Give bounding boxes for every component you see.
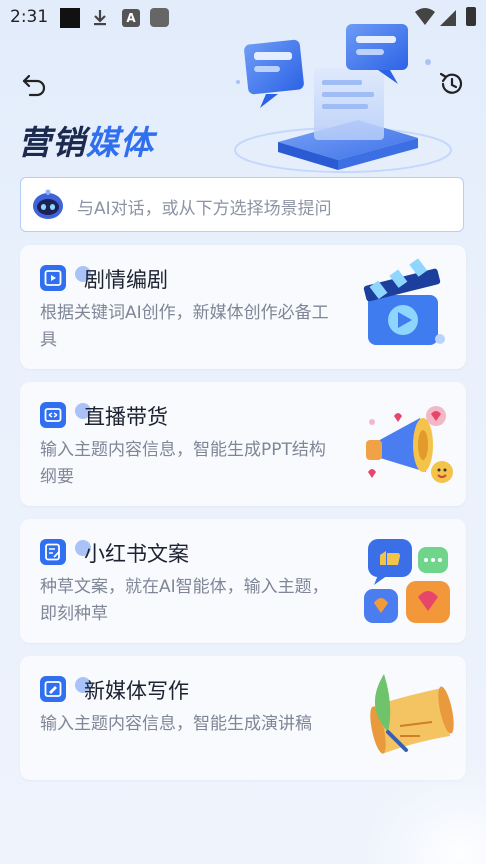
card-title: 直播带货 bbox=[84, 405, 168, 429]
scroll-quill-illustration bbox=[370, 674, 454, 754]
black-square-icon bbox=[60, 8, 80, 28]
square-icon bbox=[150, 8, 169, 27]
ai-chat-placeholder: 与AI对话，或从下方选择场景提问 bbox=[77, 199, 332, 219]
robot-icon bbox=[33, 189, 63, 219]
note-edit-icon bbox=[40, 539, 66, 565]
a-icon: A bbox=[122, 9, 140, 27]
chat-bubbles-illustration bbox=[364, 539, 450, 623]
card-description: 输入主题内容信息，智能生成演讲稿 bbox=[40, 714, 312, 734]
scenario-card-script[interactable]: 剧情编剧 根据关键词AI创作，新媒体创作必备工具 bbox=[20, 245, 466, 369]
megaphone-illustration bbox=[366, 406, 453, 483]
download-icon bbox=[90, 8, 110, 28]
back-button[interactable] bbox=[20, 70, 50, 100]
card-description: 根据关键词AI创作，新媒体创作必备工具 bbox=[40, 303, 329, 350]
card-description: 种草文案，就在AI智能体，输入主题，即刻种草 bbox=[40, 577, 329, 624]
ai-chat-input[interactable]: 与AI对话，或从下方选择场景提问 bbox=[20, 177, 464, 232]
card-title: 小红书文案 bbox=[84, 542, 189, 566]
pen-icon bbox=[40, 676, 66, 702]
card-description: 输入主题内容信息，智能生成PPT结构纲要 bbox=[40, 440, 326, 487]
scenario-card-xiaohongshu[interactable]: 小红书文案 种草文案，就在AI智能体，输入主题，即刻种草 bbox=[20, 519, 466, 643]
scenario-card-live[interactable]: 直播带货 输入主题内容信息，智能生成PPT结构纲要 bbox=[20, 382, 466, 506]
live-stream-icon bbox=[40, 402, 66, 428]
video-icon bbox=[40, 265, 66, 291]
hero-screens-illustration bbox=[234, 24, 452, 173]
back-icon bbox=[22, 74, 46, 97]
card-title: 剧情编剧 bbox=[84, 268, 168, 292]
battery-icon bbox=[466, 7, 476, 26]
status-time: 2:31 bbox=[10, 7, 49, 27]
glow-decoration bbox=[356, 760, 486, 864]
card-title: 新媒体写作 bbox=[84, 679, 189, 703]
page-title: 营销媒体 bbox=[18, 123, 154, 162]
clapperboard-illustration bbox=[363, 258, 445, 345]
